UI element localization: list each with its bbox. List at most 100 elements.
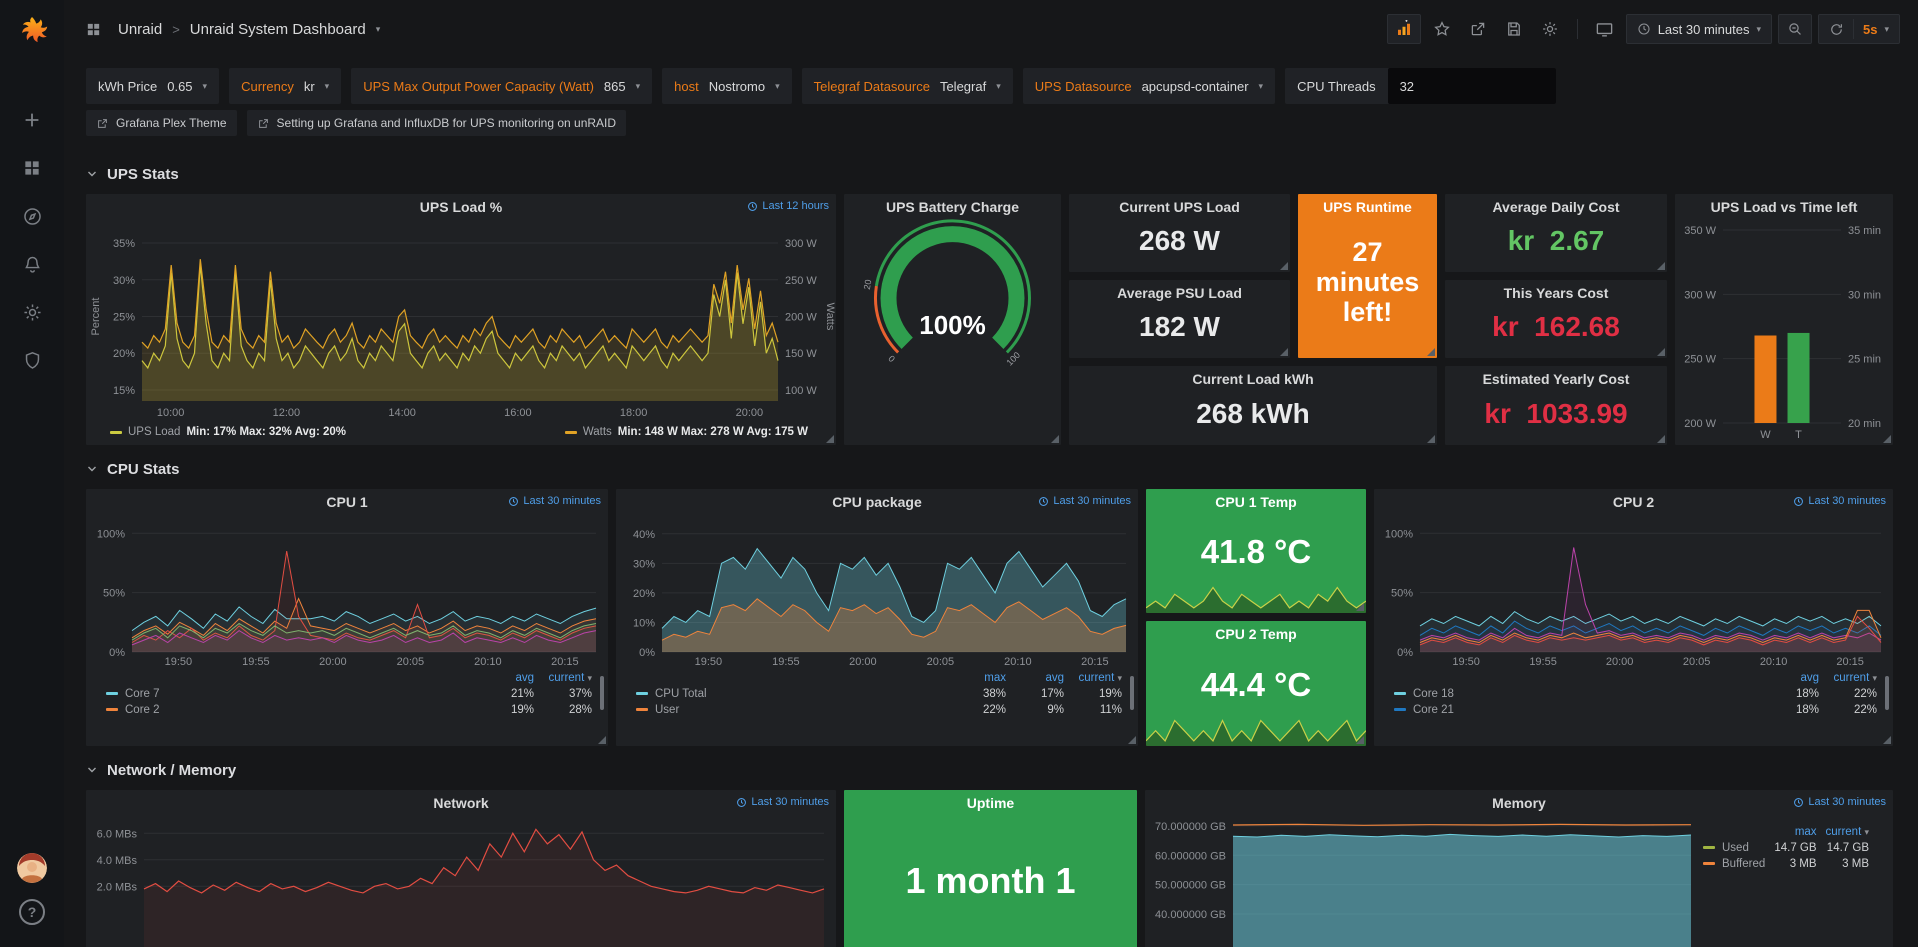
legend-sort-avg[interactable]: avg [1010, 670, 1068, 686]
time-range-indicator[interactable]: Last 30 minutes [1793, 495, 1886, 507]
variable-ups-max-output-power-capacity[interactable]: UPS Max Output Power Capacity (Watt)865▾ [351, 68, 652, 104]
grafana-logo[interactable] [13, 14, 51, 52]
variable-value[interactable]: Telegraf [940, 79, 986, 94]
variable-value[interactable]: 865 [604, 79, 626, 94]
legend-sort-current[interactable]: current ▾ [1821, 824, 1873, 840]
share-button[interactable] [1463, 14, 1493, 44]
legend-item[interactable]: Used [1699, 840, 1769, 856]
resize-handle[interactable] [1883, 435, 1891, 443]
network-chart[interactable]: 2.0 MBs4.0 MBs6.0 MBs19:5019:5520:0020:0… [86, 814, 836, 947]
ups-load-chart[interactable]: 15%20%25%30%35%100 W150 W200 W250 W300 W… [86, 218, 836, 419]
save-button[interactable] [1499, 14, 1529, 44]
legend-sort-current[interactable]: current ▾ [1068, 670, 1126, 686]
cpu1-chart[interactable]: 0%50%100%19:5019:5520:0020:0520:1020:15 [86, 513, 608, 668]
resize-handle[interactable] [1427, 435, 1435, 443]
variable-value[interactable]: 0.65 [167, 79, 192, 94]
dashboard-settings-button[interactable] [1535, 14, 1565, 44]
row-header-ups-stats[interactable]: UPS Stats [86, 160, 1894, 188]
panel-title[interactable]: Uptime [844, 790, 1137, 814]
help-icon[interactable]: ? [19, 899, 45, 925]
resize-handle[interactable] [1280, 262, 1288, 270]
resize-handle[interactable] [1657, 262, 1665, 270]
legend-item[interactable]: UPS LoadMin: 17% Max: 32% Avg: 20% [110, 426, 346, 438]
create-icon[interactable] [11, 100, 53, 140]
time-range-indicator[interactable]: Last 30 minutes [1793, 796, 1886, 808]
variable-kwh-price[interactable]: kWh Price0.65▾ [86, 68, 219, 104]
server-admin-icon[interactable] [11, 340, 53, 380]
panel-title[interactable]: UPS Battery Charge [844, 194, 1061, 218]
zoom-out-button[interactable] [1778, 14, 1812, 44]
legend-item[interactable]: CPU Total [632, 686, 952, 702]
legend-sort-current[interactable]: current ▾ [1823, 670, 1881, 686]
caret-down-icon[interactable]: ▾ [376, 25, 381, 34]
dashboard-title[interactable]: Unraid System Dashboard [190, 21, 366, 38]
legend-sort-max[interactable]: max [1769, 824, 1820, 840]
variable-currency[interactable]: Currencykr▾ [229, 68, 341, 104]
resize-handle[interactable] [1128, 736, 1136, 744]
ups-battery-gauge[interactable]: 02050100100% [844, 218, 1061, 440]
resize-handle[interactable] [1356, 603, 1364, 611]
panel-title[interactable]: CPU 2 Temp [1146, 621, 1366, 645]
resize-handle[interactable] [1280, 348, 1288, 356]
panel-title[interactable]: UPS Load vs Time left [1675, 194, 1893, 218]
variable-host[interactable]: hostNostromo▾ [662, 68, 791, 104]
resize-handle[interactable] [1051, 435, 1059, 443]
legend-item[interactable]: WattsMin: 148 W Max: 278 W Avg: 175 W [565, 426, 808, 438]
variable-value[interactable]: apcupsd-container [1142, 79, 1249, 94]
panel-title[interactable]: CPU 1 Temp [1146, 489, 1366, 513]
legend-scrollbar[interactable] [600, 676, 604, 710]
legend-scrollbar[interactable] [1885, 676, 1889, 710]
panel-title[interactable]: Current Load kWh [1069, 366, 1437, 390]
panel-title[interactable]: Memory [1145, 790, 1893, 814]
variable-input[interactable]: 32 [1388, 68, 1556, 104]
panel-title[interactable]: Network [86, 790, 836, 814]
legend-item[interactable]: Core 18 [1390, 686, 1765, 702]
panel-title[interactable]: UPS Load % [86, 194, 836, 218]
variable-cpu-threads[interactable]: CPU Threads32 [1285, 68, 1556, 104]
legend-scrollbar[interactable] [1130, 676, 1134, 710]
time-range-indicator[interactable]: Last 30 minutes [736, 796, 829, 808]
panel-title[interactable]: Average Daily Cost [1445, 194, 1667, 218]
panel-title[interactable]: UPS Runtime [1298, 194, 1437, 218]
resize-handle[interactable] [826, 435, 834, 443]
dashboards-icon[interactable] [11, 148, 53, 188]
legend-item[interactable]: Buffered [1699, 856, 1769, 872]
refresh-interval-label[interactable]: 5s [1863, 22, 1877, 37]
variable-value[interactable]: Nostromo [709, 79, 765, 94]
alerting-icon[interactable] [11, 244, 53, 284]
time-range-indicator[interactable]: Last 30 minutes [508, 495, 601, 507]
resize-handle[interactable] [1657, 435, 1665, 443]
legend-sort-max[interactable]: max [952, 670, 1010, 686]
row-header-cpu-stats[interactable]: CPU Stats [86, 455, 1894, 483]
time-picker-button[interactable]: Last 30 minutes ▾ [1626, 14, 1772, 44]
dashboard-link-grafana-plex-theme[interactable]: Grafana Plex Theme [86, 110, 237, 136]
legend-item[interactable]: Core 21 [1390, 702, 1765, 718]
user-avatar[interactable] [17, 853, 47, 883]
resize-handle[interactable] [1427, 348, 1435, 356]
legend-item[interactable]: Core 2 [102, 702, 480, 718]
refresh-button[interactable]: 5s ▾ [1818, 14, 1900, 44]
variable-value[interactable]: kr [304, 79, 315, 94]
legend-sort-current[interactable]: current ▾ [538, 670, 596, 686]
legend-item[interactable]: Core 7 [102, 686, 480, 702]
time-range-indicator[interactable]: Last 12 hours [747, 200, 829, 212]
row-header-network-memory[interactable]: Network / Memory [86, 756, 1894, 784]
configuration-icon[interactable] [11, 292, 53, 332]
breadcrumb-folder[interactable]: Unraid [118, 21, 162, 38]
ups-load-vs-time-chart[interactable]: 200 W250 W300 W350 W20 min25 min30 min35… [1675, 218, 1893, 443]
memory-chart[interactable]: 40.000000 GB50.000000 GB60.000000 GB70.0… [1145, 814, 1699, 947]
variable-telegraf-datasource[interactable]: Telegraf DatasourceTelegraf▾ [802, 68, 1013, 104]
panel-title[interactable]: This Years Cost [1445, 280, 1667, 304]
legend-sort-avg[interactable]: avg [1765, 670, 1823, 686]
legend-sort-avg[interactable]: avg [480, 670, 538, 686]
dashboard-link-ups-monitoring-guide[interactable]: Setting up Grafana and InfluxDB for UPS … [247, 110, 627, 136]
cpu-package-chart[interactable]: 0%10%20%30%40%19:5019:5520:0020:0520:102… [616, 513, 1138, 668]
panel-title[interactable]: Average PSU Load [1069, 280, 1290, 304]
time-range-indicator[interactable]: Last 30 minutes [1038, 495, 1131, 507]
resize-handle[interactable] [1883, 736, 1891, 744]
cpu2-chart[interactable]: 0%50%100%19:5019:5520:0020:0520:1020:15 [1374, 513, 1893, 668]
resize-handle[interactable] [1657, 348, 1665, 356]
cycle-view-button[interactable] [1590, 14, 1620, 44]
panel-title[interactable]: Estimated Yearly Cost [1445, 366, 1667, 390]
explore-icon[interactable] [11, 196, 53, 236]
